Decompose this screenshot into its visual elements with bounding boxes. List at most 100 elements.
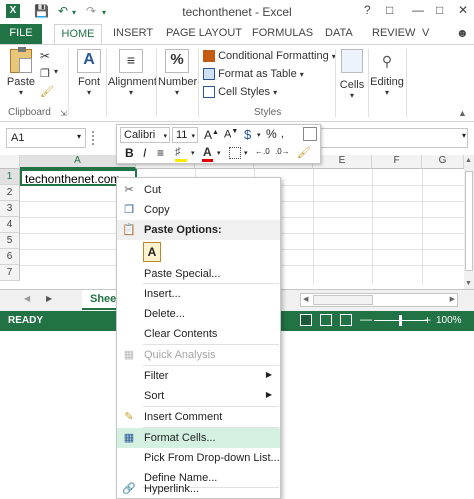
menu-item-copy[interactable]: ❐ Copy (117, 200, 280, 220)
menu-item-filter[interactable]: Filter ▶ (117, 366, 280, 386)
comment-icon: ✎ (124, 411, 134, 423)
paste-option-icon[interactable]: A (143, 242, 161, 262)
fill-color-icon[interactable]: ♯ (175, 146, 181, 158)
tab-insert[interactable]: INSERT (113, 27, 153, 39)
ribbon-display-button[interactable]: □ (386, 3, 393, 17)
tab-formulas[interactable]: FORMULAS (252, 27, 313, 39)
tab-file[interactable]: FILE (0, 24, 42, 44)
font-button[interactable]: A Font ▾ (74, 49, 104, 97)
submenu-arrow-icon: ▶ (265, 370, 272, 379)
expand-formula-icon[interactable]: ▾ (462, 131, 466, 140)
horizontal-scrollbar[interactable]: ◀ ▶ (300, 293, 458, 307)
menu-item-hyperlink[interactable]: 🔗 Hyperlink... (117, 479, 280, 499)
row-header[interactable]: 4 (0, 217, 20, 233)
row-header[interactable]: 1 (0, 169, 20, 185)
percent-style-icon[interactable]: % (266, 127, 277, 141)
page-break-view-icon[interactable] (340, 314, 352, 326)
font-name-box[interactable]: Calibri ▾ (120, 127, 170, 143)
scroll-right-icon[interactable]: ▶ (46, 294, 52, 303)
menu-item-clear-contents[interactable]: Clear Contents (117, 324, 280, 344)
copy-icon: ❐ (124, 204, 134, 216)
select-all-corner[interactable] (0, 155, 20, 169)
row-header[interactable]: 2 (0, 185, 20, 201)
conditional-formatting-button[interactable]: Conditional Formatting ▾ (203, 50, 336, 63)
cell-styles-button[interactable]: Cell Styles ▾ (203, 86, 277, 99)
menu-item-cut[interactable]: ✂ Cut (117, 180, 280, 200)
font-color-icon[interactable]: A (203, 145, 212, 159)
column-header[interactable]: G (422, 155, 464, 169)
cell-styles-icon (203, 86, 215, 99)
decrease-decimal-icon[interactable]: .0→ (275, 147, 290, 156)
menu-item-delete[interactable]: Delete... (117, 304, 280, 324)
menu-item-insert[interactable]: Insert... (117, 284, 280, 304)
borders-icon[interactable] (229, 147, 241, 159)
tab-review[interactable]: REVIEW (372, 27, 415, 39)
menu-item-sort[interactable]: Sort ▶ (117, 386, 280, 406)
paste-button[interactable]: Paste ▾ (6, 47, 36, 97)
cut-icon[interactable]: ✂ (40, 49, 50, 63)
close-button[interactable]: ✕ (458, 3, 468, 17)
name-box[interactable]: A1 ▾ (6, 128, 86, 148)
splitter-handle[interactable] (92, 131, 95, 145)
menu-item-paste-special[interactable]: Paste Special... (117, 264, 280, 284)
format-as-table-button[interactable]: Format as Table ▾ (203, 68, 304, 81)
row-header[interactable]: 5 (0, 233, 20, 249)
menu-item-paste-options: 📋 Paste Options: (117, 220, 280, 240)
column-header[interactable]: E (313, 155, 372, 169)
number-button[interactable]: % Number ▾ (158, 49, 197, 97)
binoculars-icon: ⚲ (381, 53, 393, 69)
format-table-mini-icon[interactable] (303, 127, 317, 141)
help-button[interactable]: ? (364, 3, 371, 17)
bold-icon[interactable]: B (125, 146, 134, 160)
editing-label: Editing (370, 76, 404, 88)
minimize-button[interactable]: — (412, 3, 424, 17)
menu-item-format-cells[interactable]: ▦ Format Cells... (117, 428, 280, 448)
maximize-button[interactable]: □ (436, 3, 443, 17)
row-header[interactable]: 3 (0, 201, 20, 217)
accounting-icon[interactable]: $ (244, 127, 251, 142)
font-label: Font (77, 76, 100, 88)
center-align-icon[interactable]: ≡ (157, 146, 164, 160)
row-header[interactable]: 7 (0, 265, 20, 281)
format-painter-icon[interactable]: 🖌 (40, 85, 54, 98)
increase-decimal-icon[interactable]: ←.0 (255, 147, 270, 156)
status-ready: READY (8, 315, 44, 326)
italic-icon[interactable]: I (143, 146, 146, 160)
column-header[interactable]: F (372, 155, 422, 169)
copy-dropdown-icon[interactable]: ▾ (54, 67, 58, 76)
scroll-left-icon[interactable]: ◀ (24, 294, 30, 303)
row-header[interactable]: 6 (0, 249, 20, 265)
clipboard-launcher-icon[interactable]: ⇲ (60, 109, 67, 118)
zoom-in-button[interactable]: + (424, 313, 431, 327)
increase-font-icon[interactable]: A▲ (204, 128, 219, 142)
hyperlink-icon: 🔗 (122, 483, 136, 495)
cells-label: Cells (339, 79, 365, 91)
tab-home[interactable]: HOME (54, 24, 102, 45)
zoom-level[interactable]: 100% (436, 315, 462, 326)
decrease-font-icon[interactable]: A▼ (224, 128, 238, 141)
cells-button[interactable]: Cells ▾ (338, 49, 366, 100)
editing-button[interactable]: ⚲ Editing ▾ (370, 49, 404, 97)
ribbon: Paste ▾ ✂ ❐ ▾ 🖌 Clipboard ⇲ A Font ▾ ≡ A… (0, 44, 474, 122)
zoom-out-button[interactable]: — (360, 312, 372, 326)
tab-data[interactable]: DATA (325, 27, 353, 39)
page-layout-view-icon[interactable] (320, 314, 332, 326)
format-painter-mini-icon[interactable]: 🖌 (297, 146, 311, 159)
menu-item-insert-comment[interactable]: ✎ Insert Comment (117, 407, 280, 427)
account-icon[interactable]: ☻ (456, 26, 469, 40)
ribbon-tabs: FILE HOME INSERT PAGE LAYOUT FORMULAS DA… (0, 24, 474, 45)
conditional-formatting-icon (203, 50, 215, 63)
zoom-slider-thumb[interactable] (399, 315, 402, 326)
menu-item-pick-from-list[interactable]: Pick From Drop-down List... (117, 448, 280, 468)
tab-page-layout[interactable]: PAGE LAYOUT (166, 27, 242, 39)
formula-input[interactable] (320, 128, 468, 148)
tab-view[interactable]: V (422, 27, 429, 39)
vertical-scrollbar[interactable]: ▲ ▼ (464, 155, 474, 289)
normal-view-icon[interactable] (300, 314, 312, 326)
font-size-box[interactable]: 11 ▾ (172, 127, 198, 143)
percent-icon: % (165, 49, 189, 73)
alignment-button[interactable]: ≡ Alignment ▾ (108, 49, 157, 97)
copy-icon[interactable]: ❐ (40, 67, 50, 80)
collapse-ribbon-icon[interactable]: ▲ (458, 108, 467, 118)
comma-style-icon[interactable]: , (281, 128, 284, 140)
